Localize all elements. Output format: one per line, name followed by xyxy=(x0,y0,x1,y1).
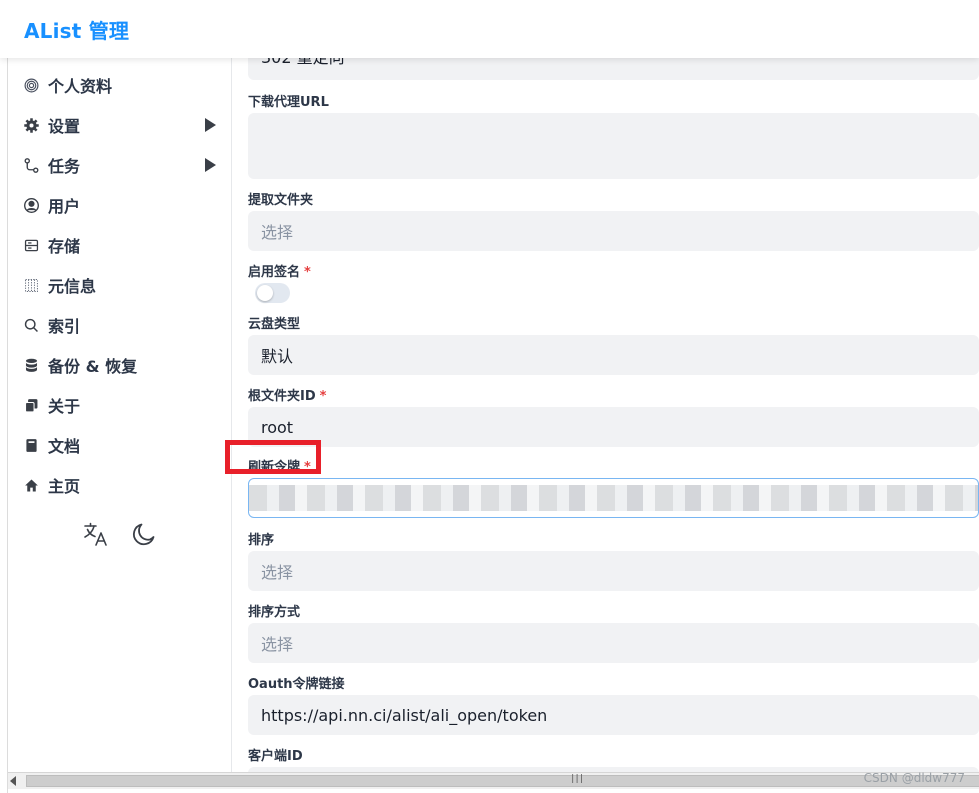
download-proxy-url-textarea[interactable] xyxy=(248,113,979,179)
fingerprint-icon xyxy=(22,76,40,94)
sidebar-item-label: 文档 xyxy=(48,437,81,456)
sidebar-item-tasks[interactable]: 任务 xyxy=(22,149,218,181)
switch-knob xyxy=(257,285,273,301)
sidebar-item-index[interactable]: 索引 xyxy=(22,309,218,341)
storage-form: 302 重定向 下载代理URL 提取文件夹 选择 启用签名* 云盘类型 默认 根… xyxy=(233,58,979,772)
annotation-highlight-box xyxy=(225,440,321,474)
sidebar-item-profile[interactable]: 个人资料 xyxy=(22,69,218,101)
refresh-token-textarea[interactable] xyxy=(248,478,979,518)
sidebar-item-label: 备份 & 恢复 xyxy=(48,357,138,376)
caret-right-icon[interactable] xyxy=(205,118,216,132)
sidebar-item-label: 个人资料 xyxy=(48,77,113,96)
scrollbar-grip-icon: ||| xyxy=(570,774,584,784)
client-id-label: 客户端ID xyxy=(248,749,303,764)
brand-title[interactable]: AList 管理 xyxy=(24,15,129,44)
download-proxy-url-label: 下载代理URL xyxy=(248,95,329,110)
root-folder-id-input[interactable]: root xyxy=(248,407,979,447)
sidebar-item-label: 设置 xyxy=(48,117,81,136)
window-left-edge xyxy=(0,58,8,793)
sidebar-item-label: 存储 xyxy=(48,237,81,256)
translate-icon xyxy=(82,520,110,552)
sidebar-item-label: 任务 xyxy=(48,157,81,176)
extract-folder-label: 提取文件夹 xyxy=(248,193,314,208)
metadata-icon xyxy=(22,276,40,294)
oauth-token-url-label: Oauth令牌链接 xyxy=(248,677,345,692)
root-folder-id-label: 根文件夹ID * xyxy=(248,389,327,404)
sidebar-item-settings[interactable]: 设置 xyxy=(22,109,218,141)
sidebar-item-users[interactable]: 用户 xyxy=(22,189,218,221)
sidebar: 个人资料 设置 任务 用户 存储 元信息 索引 备份 & 恢复 关于 文档 主页 xyxy=(8,58,232,772)
sidebar-item-docs[interactable]: 文档 xyxy=(22,429,218,461)
sidebar-item-backup-restore[interactable]: 备份 & 恢复 xyxy=(22,349,218,381)
webdav-policy-value: 302 重定向 xyxy=(261,58,345,68)
order-by-label: 排序 xyxy=(248,533,275,548)
copy-icon xyxy=(22,396,40,414)
home-icon xyxy=(22,476,40,494)
gear-icon xyxy=(22,116,40,134)
sidebar-item-label: 用户 xyxy=(48,197,81,216)
sidebar-item-label: 元信息 xyxy=(48,277,97,296)
sidebar-item-metadata[interactable]: 元信息 xyxy=(22,269,218,301)
webdav-policy-select[interactable]: 302 重定向 xyxy=(248,58,979,80)
sidebar-item-home[interactable]: 主页 xyxy=(22,469,218,501)
oauth-token-url-input[interactable]: https://api.nn.ci/alist/ali_open/token xyxy=(248,695,979,735)
order-direction-select[interactable]: 选择 xyxy=(248,623,979,663)
book-icon xyxy=(22,436,40,454)
flow-icon xyxy=(22,156,40,174)
drive-type-label: 云盘类型 xyxy=(248,317,301,332)
required-mark: * xyxy=(304,265,311,280)
sidebar-item-label: 主页 xyxy=(48,477,81,496)
storage-icon xyxy=(22,236,40,254)
language-button[interactable] xyxy=(80,520,112,552)
moon-icon xyxy=(130,520,158,552)
enable-sign-switch[interactable] xyxy=(255,283,290,303)
sidebar-item-about[interactable]: 关于 xyxy=(22,389,218,421)
order-direction-label: 排序方式 xyxy=(248,605,301,620)
theme-toggle-button[interactable] xyxy=(128,520,160,552)
sidebar-item-storage[interactable]: 存储 xyxy=(22,229,218,261)
horizontal-scrollbar[interactable]: ||| xyxy=(8,772,979,789)
drive-type-select[interactable]: 默认 xyxy=(248,335,979,375)
required-mark: * xyxy=(319,389,327,404)
redacted-token xyxy=(249,485,978,511)
search-icon xyxy=(22,316,40,334)
sidebar-item-label: 索引 xyxy=(48,317,81,336)
scroll-left-arrow-icon[interactable] xyxy=(10,776,16,786)
enable-sign-label: 启用签名 * xyxy=(248,265,311,280)
sidebar-tools xyxy=(80,520,170,554)
order-by-select[interactable]: 选择 xyxy=(248,551,979,591)
caret-right-icon[interactable] xyxy=(205,158,216,172)
scrollbar-thumb[interactable] xyxy=(26,775,979,787)
database-icon xyxy=(22,356,40,374)
sidebar-item-label: 关于 xyxy=(48,397,81,416)
user-circle-icon xyxy=(22,196,40,214)
watermark: CSDN @dldw777 xyxy=(863,771,965,785)
app-header: AList 管理 xyxy=(0,0,979,58)
extract-folder-select[interactable]: 选择 xyxy=(248,211,979,251)
